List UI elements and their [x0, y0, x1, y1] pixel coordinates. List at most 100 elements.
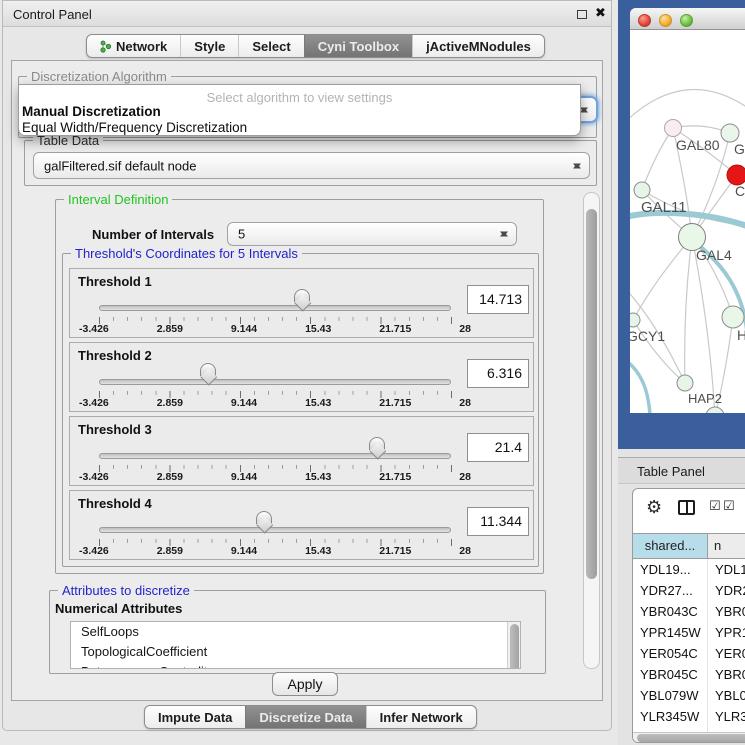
tick-label: 2.859 — [157, 323, 183, 335]
node-top-right[interactable] — [721, 124, 739, 142]
network-canvas-svg: GAL80GACGAL11GAL4GCY1HHAP2 — [630, 30, 745, 413]
threshold-slider[interactable] — [99, 436, 451, 462]
close-traffic-light-icon[interactable] — [638, 14, 651, 27]
network-edge[interactable] — [685, 237, 692, 383]
column-header-shared[interactable]: shared... — [633, 534, 708, 558]
node-gcy1[interactable] — [630, 313, 640, 327]
gear-icon[interactable]: ⚙ — [646, 497, 662, 518]
slider-thumb[interactable] — [200, 363, 216, 376]
scrollbar-thumb[interactable] — [637, 734, 745, 742]
network-edge[interactable] — [630, 360, 650, 413]
node-label: GCY1 — [630, 328, 665, 344]
table-horizontal-scrollbar[interactable] — [633, 732, 745, 743]
number-of-intervals-label: Number of Intervals — [92, 227, 214, 242]
threshold-slider[interactable] — [99, 362, 451, 388]
table-header-row: shared... n — [633, 533, 745, 559]
list-scrollbar[interactable] — [507, 622, 520, 668]
tab-network[interactable]: Network — [87, 35, 180, 57]
tab-jactivemnodules[interactable]: jActiveMNodules — [412, 35, 544, 57]
scrollbar-thumb[interactable] — [510, 624, 519, 669]
tab-infer-network[interactable]: Infer Network — [366, 706, 476, 728]
close-icon[interactable]: ✖ — [595, 5, 606, 21]
checkbox-checked-icon[interactable]: ☑ — [709, 498, 721, 514]
table-row[interactable]: YBL079WYBL0 — [633, 685, 745, 706]
slider-track[interactable] — [99, 379, 451, 385]
tick-label: -3.426 — [79, 397, 109, 409]
table-row[interactable]: YER054CYER0 — [633, 643, 745, 664]
dropdown-item-equal-width-frequency[interactable]: Equal Width/Frequency Discretization — [22, 120, 247, 135]
node-red[interactable] — [727, 165, 745, 185]
tab-impute-data[interactable]: Impute Data — [145, 706, 245, 728]
slider-tick-labels: -3.4262.8599.14415.4321.71528 — [79, 545, 471, 557]
tab-cyni-toolbox[interactable]: Cyni Toolbox — [304, 35, 412, 57]
number-of-intervals-combobox[interactable]: 5 — [227, 222, 517, 246]
table-row[interactable]: YDR27...YDR2 — [633, 580, 745, 601]
list-item[interactable]: BetweennessCentrality — [71, 662, 520, 669]
apply-button[interactable]: Apply — [272, 672, 338, 696]
slider-track[interactable] — [99, 305, 451, 311]
checkbox-checked-icon[interactable]: ☑ — [723, 498, 735, 514]
list-item[interactable]: TopologicalCoefficient — [71, 642, 520, 662]
float-window-icon[interactable] — [577, 10, 587, 19]
threshold-slider[interactable] — [99, 288, 451, 314]
threshold-value-field[interactable]: 6.316 — [467, 359, 529, 388]
cell-shared-name: YPR145W — [633, 622, 708, 643]
tab-style[interactable]: Style — [180, 35, 238, 57]
cell-name: YBR0 — [708, 664, 745, 685]
content-scrollbar[interactable] — [583, 192, 600, 669]
node-label: H — [737, 327, 745, 343]
slider-track[interactable] — [99, 453, 451, 459]
column-header-name[interactable]: n — [708, 534, 745, 558]
group-title: Discretization Algorithm — [27, 69, 171, 84]
group-title: Threshold's Coordinates for 5 Intervals — [71, 246, 302, 261]
tab-label: Impute Data — [158, 710, 232, 725]
tab-label: Network — [116, 39, 167, 54]
dropdown-prompt: Select algorithm to view settings — [19, 90, 580, 105]
minimize-traffic-light-icon[interactable] — [659, 14, 672, 27]
network-edge[interactable] — [642, 128, 673, 190]
numerical-attributes-list[interactable]: SelfLoopsTopologicalCoefficientBetweenne… — [70, 621, 521, 669]
table-row[interactable]: YBR045CYBR0 — [633, 664, 745, 685]
zoom-traffic-light-icon[interactable] — [680, 14, 693, 27]
slider-track[interactable] — [99, 527, 451, 533]
network-edge[interactable] — [692, 237, 715, 413]
threshold-panel: Threshold 4-3.4262.8599.14415.4321.71528… — [69, 490, 534, 560]
cell-shared-name: YBR043C — [633, 601, 708, 622]
table-row[interactable]: YPR145WYPR1 — [633, 622, 745, 643]
scrollbar-thumb[interactable] — [586, 209, 597, 579]
slider-thumb[interactable] — [369, 437, 385, 450]
tick-label: 9.144 — [231, 397, 257, 409]
dropdown-item-manual-discretization[interactable]: Manual Discretization — [22, 104, 161, 119]
list-item[interactable]: SelfLoops — [71, 622, 520, 642]
threshold-value-field[interactable]: 14.713 — [467, 285, 529, 314]
table-row[interactable]: YLR345WYLR3 — [633, 706, 745, 727]
split-columns-icon[interactable] — [678, 500, 695, 515]
node-bottom[interactable] — [706, 407, 724, 413]
node-gal80[interactable] — [665, 120, 682, 137]
table-data-combobox[interactable]: galFiltered.sif default node — [33, 152, 590, 179]
tick-label: 2.859 — [157, 471, 183, 483]
cell-shared-name: YER054C — [633, 643, 708, 664]
threshold-slider[interactable] — [99, 510, 451, 536]
tick-label: -3.426 — [79, 323, 109, 335]
node-hap2[interactable] — [677, 375, 693, 391]
node-h[interactable] — [722, 306, 744, 328]
cell-name: YDL1 — [708, 559, 745, 580]
table-row[interactable]: YBR043CYBR0 — [633, 601, 745, 622]
tab-discretize-data[interactable]: Discretize Data — [245, 706, 365, 728]
network-edge[interactable] — [630, 90, 745, 122]
thresholds-group: Threshold's Coordinates for 5 Intervals … — [62, 253, 539, 567]
network-canvas[interactable]: GAL80GACGAL11GAL4GCY1HHAP2 — [630, 30, 745, 413]
node-gal11[interactable] — [634, 182, 650, 198]
network-edge[interactable] — [633, 237, 692, 320]
slider-thumb[interactable] — [294, 289, 310, 302]
threshold-value-field[interactable]: 21.4 — [467, 433, 529, 462]
tick-label: 21.715 — [379, 545, 411, 557]
table-row[interactable]: YDL19...YDL1 — [633, 559, 745, 580]
tab-select[interactable]: Select — [238, 35, 303, 57]
slider-thumb[interactable] — [256, 511, 272, 524]
network-window-titlebar — [630, 8, 745, 30]
threshold-value-field[interactable]: 11.344 — [467, 507, 529, 536]
table-rows: YDL19...YDL1YDR27...YDR2YBR043CYBR0YPR14… — [633, 559, 745, 732]
node-label: C — [735, 183, 745, 199]
